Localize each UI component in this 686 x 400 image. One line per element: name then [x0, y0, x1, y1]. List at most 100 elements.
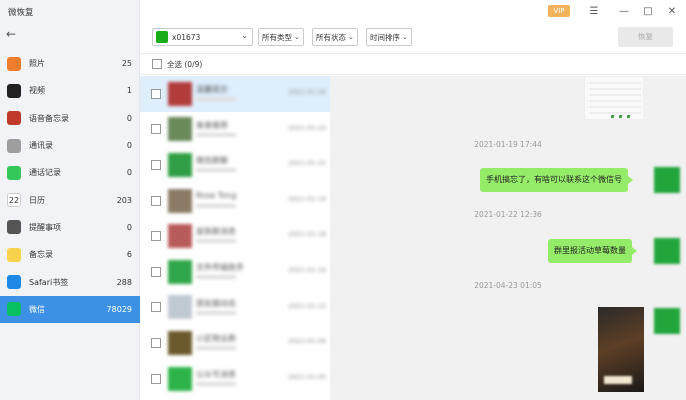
- chevron-down-icon: ⌄: [241, 31, 248, 40]
- contact-checkbox[interactable]: [151, 337, 161, 348]
- safari-icon: [7, 275, 21, 290]
- contact-checkbox[interactable]: [151, 231, 161, 242]
- timestamp: 2021-04-23 01:05: [474, 281, 542, 290]
- photos-icon: [7, 56, 21, 71]
- photo-message[interactable]: [598, 307, 644, 392]
- select-all-row[interactable]: 全选 (0/9): [140, 53, 686, 75]
- sort-filter-label: 时间排序: [370, 32, 400, 42]
- contact-row[interactable]: 微信群聊 2021-01-22: [140, 147, 330, 183]
- contact-preview: [196, 97, 236, 101]
- avatar: [168, 81, 192, 106]
- contact-name: 家族群消息: [196, 227, 236, 237]
- sidebar-item[interactable]: 照片 25: [0, 50, 140, 77]
- avatar: [168, 366, 192, 391]
- status-filter[interactable]: 所有状态 ⌄: [312, 28, 358, 46]
- sidebar-item[interactable]: 22 日历 203: [0, 186, 140, 213]
- notes-icon: [7, 247, 21, 262]
- wechat-icon: [7, 302, 21, 317]
- sidebar-item[interactable]: 微信 78029: [0, 295, 140, 323]
- close-icon[interactable]: ✕: [664, 4, 680, 20]
- contact-checkbox[interactable]: [151, 302, 161, 313]
- sidebar-item[interactable]: Safari书签 288: [0, 268, 140, 295]
- contact-name: 公众号消息: [196, 369, 236, 379]
- contact-checkbox[interactable]: [151, 266, 161, 277]
- avatar: [168, 188, 192, 213]
- contact-checkbox[interactable]: [151, 124, 161, 135]
- contact-checkbox[interactable]: [151, 373, 161, 384]
- avatar: [654, 167, 680, 193]
- contact-row[interactable]: 美食推荐 2021-01-23: [140, 112, 330, 148]
- sidebar-item[interactable]: 提醒事项 0: [0, 214, 140, 241]
- account-select[interactable]: x01673 ⌄: [152, 28, 253, 46]
- maximize-icon[interactable]: □: [640, 4, 656, 20]
- title-bar: VIP ☰ — □ ✕: [140, 0, 686, 24]
- contact-row[interactable]: Rose Tong 2021-01-19: [140, 183, 330, 219]
- chevron-down-icon: ⌄: [402, 33, 408, 41]
- avatar: [168, 117, 192, 142]
- recover-button[interactable]: 恢复: [618, 27, 673, 47]
- contact-time: 2021-01-18: [288, 230, 326, 239]
- timestamp: 2021-01-19 17:44: [474, 140, 542, 149]
- menu-icon[interactable]: ☰: [586, 4, 602, 20]
- message-bubble[interactable]: 群里报活动草莓数量: [548, 239, 637, 263]
- sidebar-item-label: 照片: [29, 59, 45, 69]
- app-window: 微恢复 ← 照片 25 视频 1 语音备忘录 0 通讯录 0 通话记录 0 22 日历 203 提醒事项 0…: [0, 0, 686, 400]
- sidebar-item-count: 6: [126, 250, 132, 260]
- sidebar-item-count: 203: [116, 195, 132, 205]
- message-bubble[interactable]: 手机搞忘了，有啥可以联系这个微信号: [480, 168, 633, 192]
- sidebar-item[interactable]: 视频 1: [0, 77, 140, 104]
- back-arrow-icon[interactable]: ←: [6, 27, 20, 41]
- contact-row[interactable]: 家族群消息 2021-01-18: [140, 218, 330, 254]
- image-message[interactable]: [584, 76, 644, 120]
- contact-checkbox[interactable]: [151, 88, 161, 99]
- sidebar-item[interactable]: 通讯录 0: [0, 132, 140, 159]
- contact-preview: [196, 274, 236, 279]
- contact-checkbox[interactable]: [151, 195, 161, 206]
- sidebar-item-label: 视频: [29, 86, 45, 96]
- avatar: [168, 152, 192, 177]
- sidebar-item-label: 通讯录: [29, 141, 53, 151]
- contact-name: 文件传输助手: [196, 262, 244, 272]
- sidebar-item[interactable]: 备忘录 6: [0, 241, 140, 268]
- contact-preview: [196, 346, 236, 351]
- sidebar-item-count: 0: [126, 113, 132, 123]
- select-all-checkbox[interactable]: [152, 59, 162, 69]
- contact-row[interactable]: 温馨提示 2021-01-26: [140, 76, 330, 112]
- video-icon: [7, 83, 21, 98]
- sidebar-item-label: 语音备忘录: [29, 113, 69, 123]
- contact-time: 2021-01-19: [288, 194, 326, 203]
- contact-row[interactable]: 小区物业群 2021-01-09: [140, 325, 330, 361]
- sidebar-item-label: 备忘录: [29, 250, 53, 260]
- avatar: [654, 238, 680, 264]
- timestamp: 2021-01-22 12:36: [474, 210, 542, 219]
- sidebar-item-label: 提醒事项: [29, 222, 61, 232]
- sidebar-item[interactable]: 语音备忘录 0: [0, 105, 140, 132]
- chat-panel: 2021-01-19 17:44 手机搞忘了，有啥可以联系这个微信号 2021-…: [330, 76, 686, 400]
- contact-preview: [196, 132, 236, 137]
- sidebar: 微恢复 ← 照片 25 视频 1 语音备忘录 0 通讯录 0 通话记录 0 22 日历 203 提醒事项 0…: [0, 0, 140, 400]
- sidebar-item[interactable]: 通话记录 0: [0, 159, 140, 186]
- contact-row[interactable]: 文件传输助手 2021-01-16: [140, 254, 330, 290]
- sidebar-item-label: 日历: [29, 195, 45, 205]
- contact-preview: [196, 310, 236, 315]
- wechat-icon: [156, 31, 168, 43]
- sidebar-item-count: 78029: [106, 304, 132, 314]
- vip-badge[interactable]: VIP: [548, 5, 570, 17]
- contact-name: Rose Tong: [196, 190, 237, 200]
- contact-name: 美食推荐: [196, 120, 228, 130]
- contact-time: 2021-01-23: [288, 123, 326, 132]
- sidebar-item-count: 1: [126, 86, 132, 96]
- app-title: 微恢复: [8, 8, 34, 18]
- sidebar-item-count: 288: [116, 277, 132, 287]
- calendar-icon: 22: [7, 193, 21, 208]
- type-filter[interactable]: 所有类型 ⌄: [258, 28, 304, 46]
- account-value: x01673: [172, 32, 201, 42]
- sort-filter[interactable]: 时间排序 ⌄: [366, 28, 412, 46]
- minimize-icon[interactable]: —: [616, 4, 632, 20]
- chevron-down-icon: ⌄: [294, 33, 300, 41]
- contact-row[interactable]: 朋友圈动态 2021-01-12: [140, 290, 330, 326]
- avatar: [168, 259, 192, 284]
- contact-checkbox[interactable]: [151, 159, 161, 170]
- contact-row[interactable]: 公众号消息 2021-01-05: [140, 361, 330, 397]
- contact-name: 小区物业群: [196, 334, 236, 344]
